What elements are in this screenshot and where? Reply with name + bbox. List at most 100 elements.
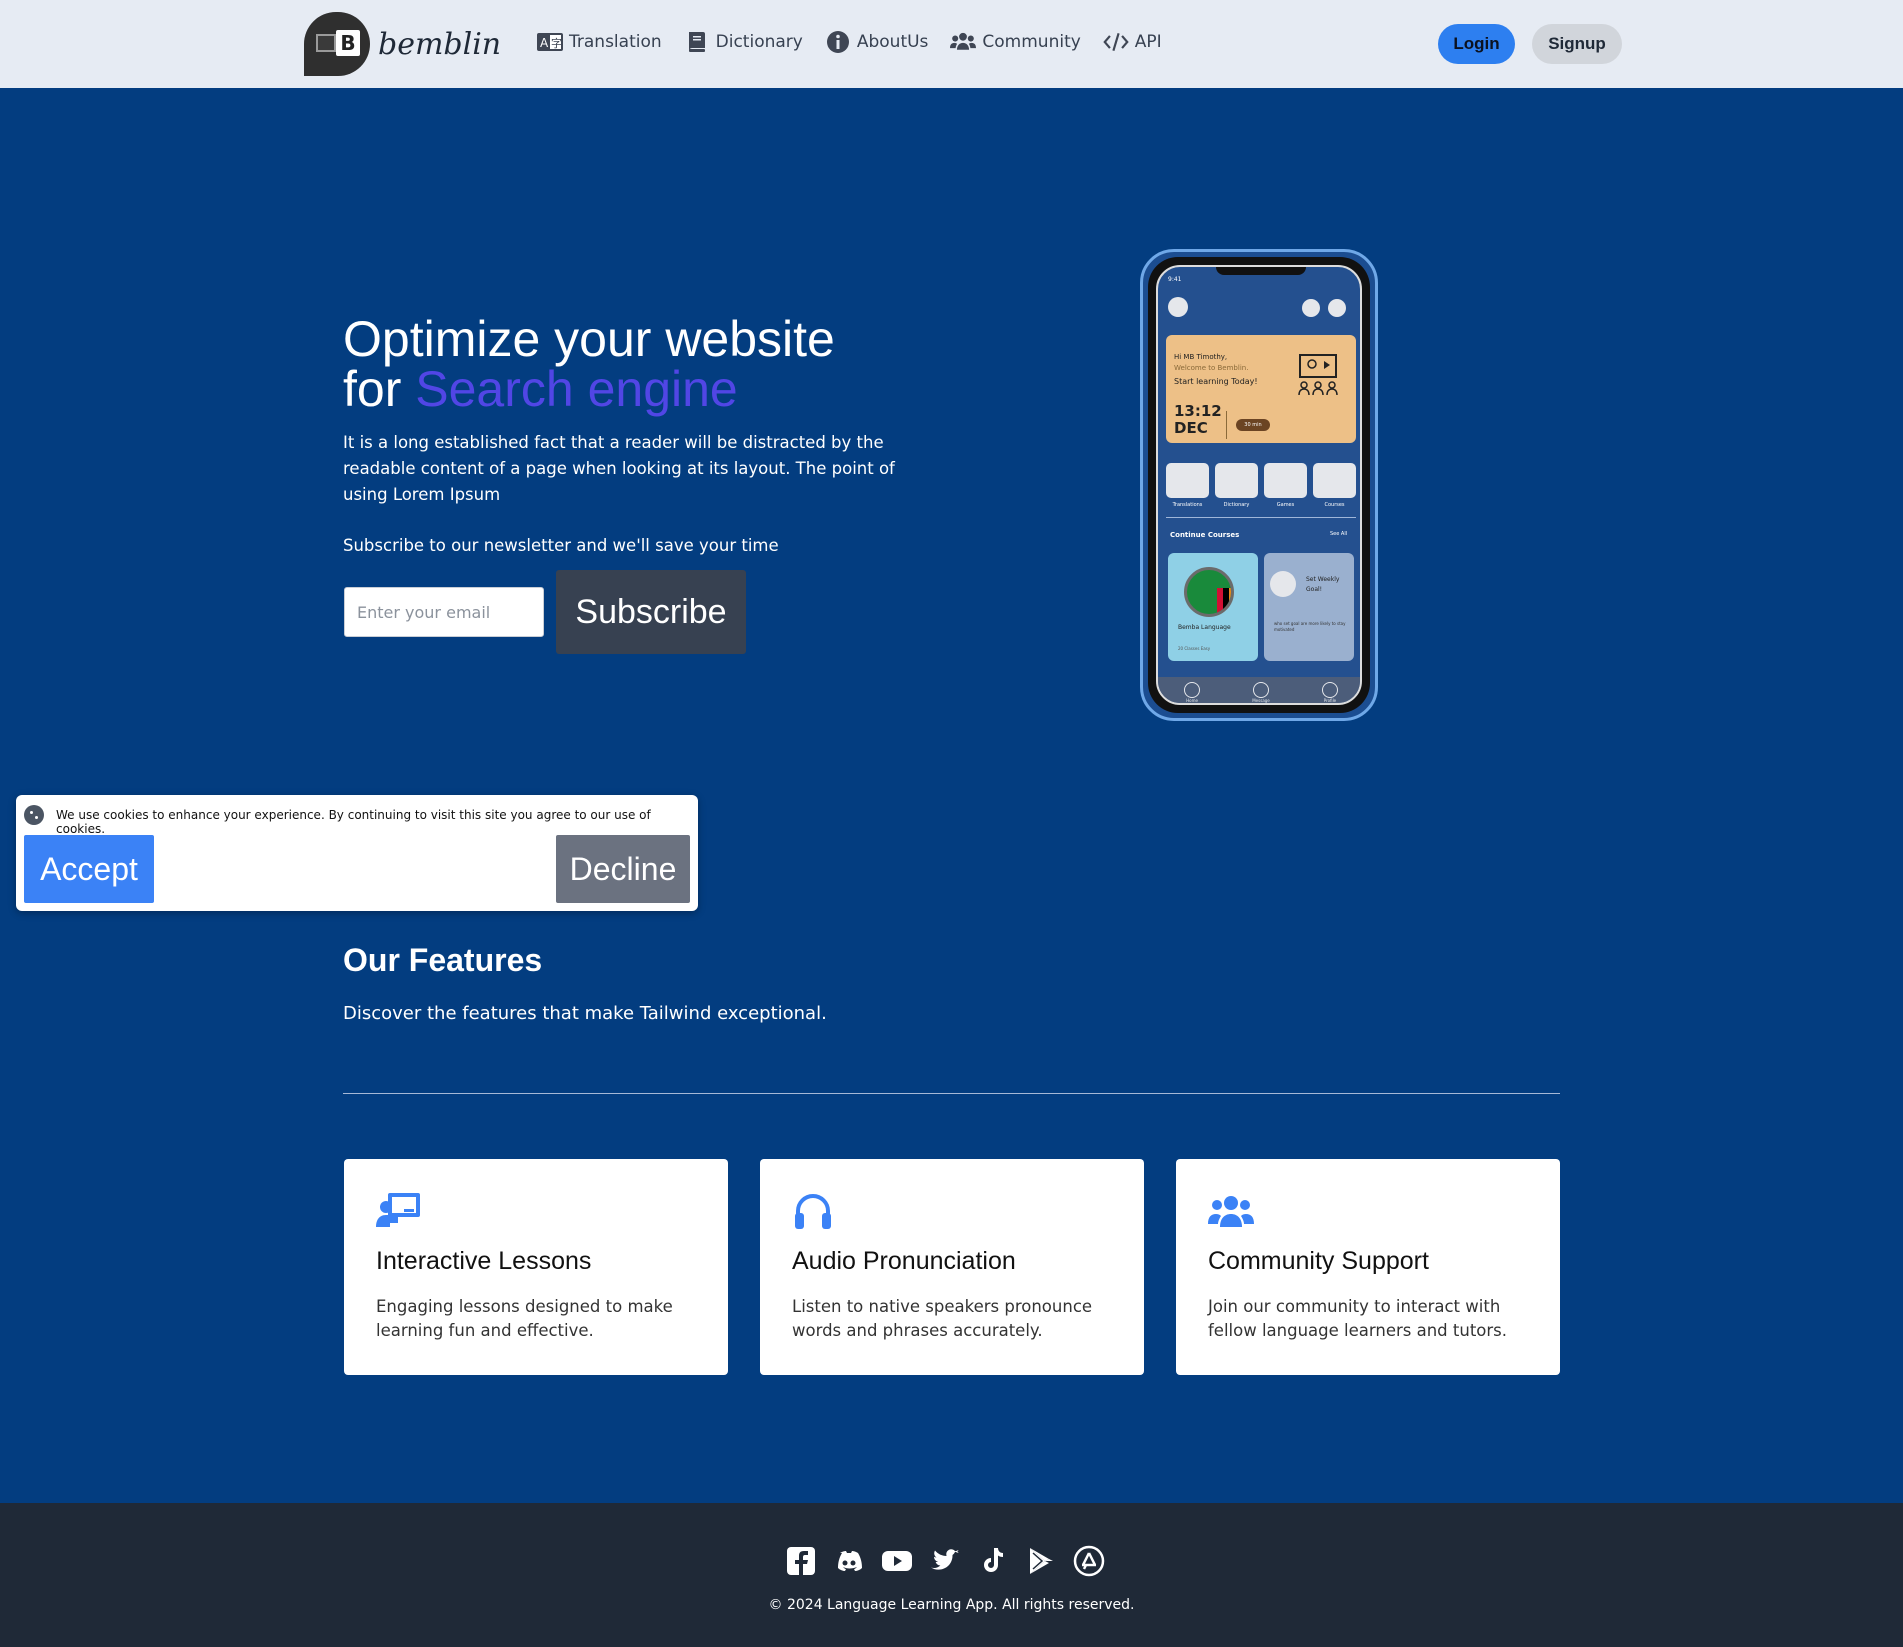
- phone-welcome: Welcome to Bemblin.: [1174, 364, 1249, 372]
- phone-welcome-card: Hi MB Timothy, Welcome to Bemblin. Start…: [1166, 335, 1356, 443]
- feature-card-audio: Audio Pronunciation Listen to native spe…: [760, 1159, 1144, 1375]
- phone-screen: 9:41 Hi MB Timothy, Welcome to Bemblin. …: [1156, 265, 1362, 705]
- phone-month: DEC: [1174, 419, 1208, 437]
- phone-time: 13:12: [1174, 402, 1222, 420]
- phone-tab-label: Message: [1252, 697, 1270, 703]
- nav-community[interactable]: Community: [950, 30, 1081, 54]
- home-icon: [1184, 681, 1201, 698]
- discord-icon[interactable]: [833, 1545, 865, 1577]
- nav-translation[interactable]: A字 Translation: [537, 30, 662, 54]
- phone-categories: Translations Dictionary Games Courses: [1166, 463, 1356, 508]
- app-store-icon[interactable]: [1073, 1545, 1105, 1577]
- nav-community-label: Community: [982, 32, 1081, 52]
- phone-course-card: Bemba Language 20 Classes Easy: [1168, 553, 1258, 661]
- logo-letter: B: [336, 30, 360, 56]
- lesson-illustration-icon: [1298, 354, 1338, 396]
- footer: © 2024 Language Learning App. All rights…: [0, 1503, 1903, 1647]
- cookie-decline-button[interactable]: Decline: [556, 835, 690, 903]
- feature-text: Engaging lessons designed to make learni…: [376, 1297, 673, 1340]
- phone-tabbar: Home Message Profile: [1158, 677, 1360, 703]
- phone-continue-label: Continue Courses: [1170, 531, 1240, 539]
- profile-icon: [1321, 681, 1338, 698]
- phone-time-block: 13:12 DEC: [1174, 403, 1222, 437]
- feature-text: Listen to native speakers pronounce word…: [792, 1297, 1093, 1340]
- gamepad-icon: [1264, 463, 1307, 498]
- phone-category-label: Dictionary: [1223, 502, 1250, 508]
- hero-title-accent: Search engine: [415, 361, 738, 417]
- nav-api-label: API: [1134, 32, 1162, 52]
- twitter-icon[interactable]: [929, 1545, 961, 1577]
- google-play-icon[interactable]: [1025, 1545, 1057, 1577]
- translate-icon: A字: [537, 33, 563, 51]
- phone-bezel: 9:41 Hi MB Timothy, Welcome to Bemblin. …: [1148, 257, 1370, 713]
- youtube-icon[interactable]: [881, 1545, 913, 1577]
- phone-avatar: [1168, 297, 1188, 317]
- phone-goal-title: Set Weekly Goal!: [1306, 576, 1340, 593]
- logo[interactable]: B bemblin: [304, 12, 501, 76]
- hero-title-for: for: [343, 361, 402, 417]
- newsletter-text: Subscribe to our newsletter and we'll sa…: [343, 536, 779, 555]
- feature-text: Join our community to interact with fell…: [1208, 1297, 1508, 1340]
- target-icon: [1270, 571, 1296, 597]
- phone-tab-home: Home: [1184, 681, 1201, 703]
- hero-title-line2: for Search engine: [343, 364, 835, 414]
- book-icon: [688, 32, 705, 52]
- copyright: © 2024 Language Learning App. All rights…: [768, 1597, 1135, 1613]
- svg-text:A: A: [540, 36, 549, 50]
- logo-text: bemblin: [378, 26, 502, 62]
- headphones-icon: [792, 1191, 838, 1231]
- nav-aboutus[interactable]: AboutUs: [825, 30, 929, 54]
- phone-tab-message: Message: [1252, 681, 1270, 703]
- phone-tab-profile: Profile: [1321, 681, 1338, 703]
- phone-course-name: Bemba Language: [1178, 624, 1231, 631]
- phone-tab-label: Profile: [1323, 697, 1337, 703]
- nav-translation-label: Translation: [569, 32, 662, 52]
- facebook-icon[interactable]: [785, 1545, 817, 1577]
- users-icon: [1208, 1191, 1254, 1231]
- nav-api[interactable]: API: [1103, 30, 1162, 54]
- phone-greeting: Hi MB Timothy,: [1174, 353, 1228, 361]
- cookie-accept-button[interactable]: Accept: [24, 835, 154, 903]
- svg-text:字: 字: [551, 36, 562, 50]
- zambia-flag-icon: [1184, 567, 1234, 617]
- message-icon: [1253, 681, 1269, 698]
- phone-tab-label: Home: [1186, 697, 1198, 703]
- courses-icon: [1313, 463, 1356, 498]
- phone-category-games: Games: [1264, 463, 1307, 508]
- email-input[interactable]: [344, 587, 544, 637]
- phone-category-label: Translations: [1172, 502, 1203, 508]
- users-icon: [950, 32, 977, 50]
- feature-card-community: Community Support Join our community to …: [1176, 1159, 1560, 1375]
- features-divider: [343, 1093, 1560, 1094]
- login-button[interactable]: Login: [1438, 24, 1515, 64]
- phone-category-dictionary: Dictionary: [1215, 463, 1258, 508]
- top-navbar: B bemblin A字 Translation Dictionary Abou…: [0, 0, 1903, 88]
- phone-notification-icon: [1302, 299, 1320, 317]
- phone-category-translations: Translations: [1166, 463, 1209, 508]
- dictionary-icon: [1215, 463, 1258, 498]
- phone-course-sub: 20 Classes Easy: [1178, 646, 1211, 651]
- nav-aboutus-label: AboutUs: [856, 32, 929, 52]
- code-icon: [1103, 33, 1129, 51]
- phone-goal-sub: who set goal are more likely to stay mot…: [1274, 621, 1346, 632]
- logo-mark: B: [304, 12, 370, 76]
- tiktok-icon[interactable]: [977, 1545, 1009, 1577]
- info-icon: [826, 31, 849, 53]
- phone-category-label: Games: [1276, 502, 1295, 508]
- feature-title: Audio Pronunciation: [792, 1247, 1016, 1275]
- signup-button[interactable]: Signup: [1532, 24, 1622, 64]
- hero-title-line1: Optimize your website: [343, 311, 835, 367]
- feature-title: Community Support: [1208, 1247, 1429, 1275]
- subscribe-button[interactable]: Subscribe: [556, 570, 746, 654]
- phone-goal-card: Set Weekly Goal! who set goal are more l…: [1264, 553, 1354, 661]
- feature-card-lessons: Interactive Lessons Engaging lessons des…: [344, 1159, 728, 1375]
- nav-dictionary-label: Dictionary: [715, 32, 803, 52]
- cookie-banner: We use cookies to enhance your experienc…: [16, 795, 698, 911]
- flag-stripes: [1217, 588, 1231, 614]
- nav-dictionary[interactable]: Dictionary: [684, 30, 803, 54]
- hero-title: Optimize your website for Search engine: [343, 314, 835, 414]
- phone-category-label: Courses: [1324, 502, 1345, 508]
- phone-card-divider: [1226, 411, 1227, 439]
- logo-screen: [316, 34, 336, 52]
- phone-see-all: See All: [1330, 531, 1348, 537]
